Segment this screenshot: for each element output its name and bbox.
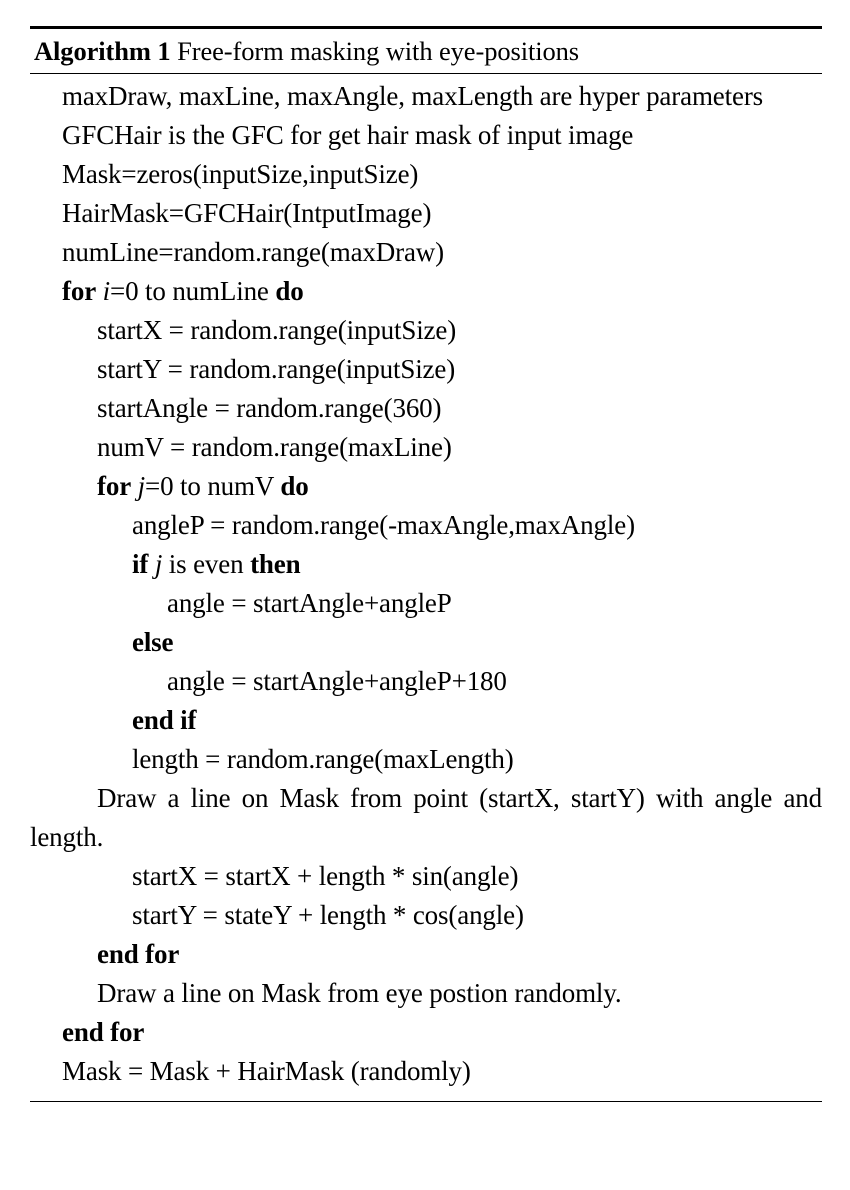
algorithm-line-anglep-init: angleP = random.range(-maxAngle,maxAngle… <box>132 510 635 540</box>
algorithm-line-draw-line-point: Draw a line on Mask from point (startX, … <box>30 783 822 852</box>
bottom-rule <box>30 1101 822 1102</box>
keyword-do: do <box>275 276 304 306</box>
algorithm-line-hyperparams: maxDraw, maxLine, maxAngle, maxLength ar… <box>62 81 764 111</box>
algorithm-line-numv-init: numV = random.range(maxLine) <box>97 432 452 462</box>
for-i-range: =0 to numLine <box>110 276 269 306</box>
algorithm-line-mask-final: Mask = Mask + HairMask (randomly) <box>62 1056 471 1086</box>
algorithm-body: maxDraw, maxLine, maxAngle, maxLength ar… <box>30 74 822 1091</box>
condition-text: is even <box>162 549 251 579</box>
algorithm-block: Algorithm 1 Free-form masking with eye-p… <box>30 26 822 1102</box>
algorithm-line-startangle-init: startAngle = random.range(360) <box>97 393 442 423</box>
keyword-end-if: end if <box>132 705 197 735</box>
algorithm-line-mask-init: Mask=zeros(inputSize,inputSize) <box>62 159 419 189</box>
keyword-then: then <box>250 549 301 579</box>
algorithm-line-end-for-outer: end for <box>30 1013 822 1052</box>
algorithm-line-for-i: for i=0 to numLine do <box>30 272 822 311</box>
algorithm-line-length-init: length = random.range(maxLength) <box>132 744 514 774</box>
algorithm-line-end-if: end if <box>30 701 822 740</box>
loop-variable-i: i <box>102 276 111 306</box>
algorithm-caption: Free-form masking with eye-positions <box>177 36 580 66</box>
algorithm-line-else: else <box>30 623 822 662</box>
algorithm-line-startx-update: startX = startX + length * sin(angle) <box>132 861 519 891</box>
loop-variable-j: j <box>137 471 146 501</box>
algorithm-line-hairmask-init: HairMask=GFCHair(IntputImage) <box>62 198 432 228</box>
keyword-for: for <box>97 471 132 501</box>
keyword-do: do <box>280 471 309 501</box>
for-j-range: =0 to numV <box>145 471 274 501</box>
algorithm-line-angle-odd: angle = startAngle+angleP+180 <box>167 666 507 696</box>
algorithm-line-numline-init: numLine=random.range(maxDraw) <box>62 237 444 267</box>
algorithm-line-end-for-inner: end for <box>30 935 822 974</box>
algorithm-line-draw-line-eye: Draw a line on Mask from eye postion ran… <box>97 978 622 1008</box>
algorithm-line-startx-init: startX = random.range(inputSize) <box>97 315 457 345</box>
algorithm-line-angle-even: angle = startAngle+angleP <box>167 588 452 618</box>
algorithm-title: Algorithm 1 Free-form masking with eye-p… <box>30 29 822 73</box>
algorithm-line-starty-init: startY = random.range(inputSize) <box>97 354 456 384</box>
keyword-end-for: end for <box>97 939 180 969</box>
keyword-for: for <box>62 276 97 306</box>
algorithm-line-for-j: for j=0 to numV do <box>30 467 822 506</box>
keyword-if: if <box>132 549 149 579</box>
keyword-end-for: end for <box>62 1017 145 1047</box>
algorithm-label: Algorithm 1 <box>34 36 171 66</box>
algorithm-line-starty-update: startY = stateY + length * cos(angle) <box>132 900 524 930</box>
algorithm-line-gfchair-desc: GFCHair is the GFC for get hair mask of … <box>62 120 634 150</box>
algorithm-line-if-even: if j is even then <box>30 545 822 584</box>
keyword-else: else <box>132 627 174 657</box>
